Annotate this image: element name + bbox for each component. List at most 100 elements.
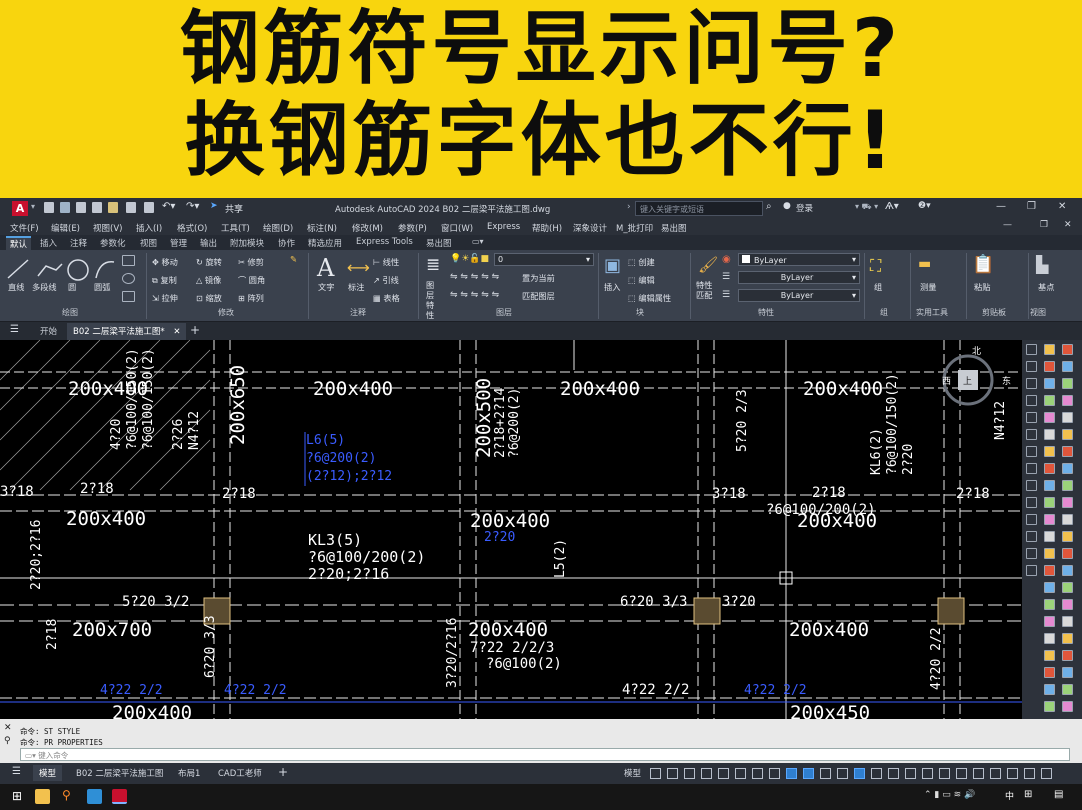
plot-icon[interactable] xyxy=(126,202,136,213)
status-toggle-icon[interactable] xyxy=(922,768,933,779)
status-toggle-icon[interactable] xyxy=(786,768,797,779)
autocad-taskbar-icon[interactable] xyxy=(112,789,127,804)
palette-tool-icon[interactable] xyxy=(1062,531,1073,542)
status-toggle-icon[interactable] xyxy=(1007,768,1018,779)
menu-insert[interactable]: 插入(I) xyxy=(136,222,162,234)
linear-dim-tool[interactable]: ⊢ 线性 xyxy=(373,256,399,268)
status-toggle-icon[interactable] xyxy=(803,768,814,779)
group-tool[interactable]: 组 xyxy=(874,281,882,293)
tab-express-tools[interactable]: Express Tools xyxy=(356,237,413,247)
menu-draw[interactable]: 绘图(D) xyxy=(263,222,293,234)
palette-tool-icon[interactable] xyxy=(1062,650,1073,661)
search-chevron-icon[interactable]: › xyxy=(627,202,631,212)
status-menu-icon[interactable]: ☰ xyxy=(12,766,21,777)
tab-parametric[interactable]: 参数化 xyxy=(100,237,126,249)
help-icon[interactable]: ❷▾ xyxy=(918,201,931,211)
match-properties-tool[interactable]: 特性匹配 xyxy=(696,280,714,300)
trim-tool[interactable]: ✂ 修剪 xyxy=(238,256,264,268)
autocad-logo-icon[interactable]: A xyxy=(12,201,28,216)
menu-help[interactable]: 帮助(H) xyxy=(532,222,562,234)
status-toggle-icon[interactable] xyxy=(684,768,695,779)
dimension-tool[interactable]: 标注 xyxy=(348,281,364,293)
palette-tool-icon[interactable] xyxy=(1062,667,1073,678)
palette-tool-icon[interactable] xyxy=(1062,684,1073,695)
palette-tool-icon[interactable] xyxy=(1044,548,1055,559)
cart-icon[interactable]: ▾ ⛟ ▾ xyxy=(855,202,878,212)
copy-tool[interactable]: ⧉ 复制 xyxy=(152,274,177,286)
menu-file[interactable]: 文件(F) xyxy=(10,222,39,234)
text-tool[interactable]: 文字 xyxy=(318,281,334,293)
table-tool[interactable]: ▦ 表格 xyxy=(373,292,400,304)
signin-button[interactable]: 登录 xyxy=(796,202,813,214)
palette-tool-icon[interactable] xyxy=(1062,633,1073,644)
tab-collaborate[interactable]: 协作 xyxy=(278,237,295,249)
tab-view[interactable]: 视图 xyxy=(140,237,157,249)
palette-tool-icon[interactable] xyxy=(1044,497,1055,508)
tab-manage[interactable]: 管理 xyxy=(170,237,187,249)
palette-tool-icon[interactable] xyxy=(1026,480,1037,491)
menu-plugin-1[interactable]: 深象设计 xyxy=(573,222,607,234)
palette-tool-icon[interactable] xyxy=(1044,378,1055,389)
move-tool[interactable]: ✥ 移动 xyxy=(152,256,178,268)
palette-tool-icon[interactable] xyxy=(1026,531,1037,542)
paste-tool[interactable]: 粘贴 xyxy=(974,281,990,293)
palette-tool-icon[interactable] xyxy=(1062,429,1073,440)
palette-tool-icon[interactable] xyxy=(1026,548,1037,559)
menu-express[interactable]: Express xyxy=(487,222,520,232)
ime-mode-icon[interactable]: ⊞ xyxy=(1024,789,1032,800)
palette-tool-icon[interactable] xyxy=(1062,701,1073,712)
status-toggle-icon[interactable] xyxy=(973,768,984,779)
status-toggle-icon[interactable] xyxy=(718,768,729,779)
menu-parametric[interactable]: 参数(P) xyxy=(398,222,427,234)
palette-tool-icon[interactable] xyxy=(1062,395,1073,406)
ribbon-toggle-icon[interactable]: ▭▾ xyxy=(472,237,484,246)
polyline-tool[interactable]: 多段线 xyxy=(32,281,57,293)
status-toggle-icon[interactable] xyxy=(871,768,882,779)
autodesk-app-icon[interactable]: Ѧ▾ xyxy=(885,201,899,212)
linetype-icon[interactable]: ☰ xyxy=(722,272,730,282)
edit-attributes-tool[interactable]: ⬚ 编辑属性 xyxy=(628,292,671,304)
tab-active-drawing[interactable]: B02 二层梁平法施工图* ✕ xyxy=(67,323,187,340)
scale-tool[interactable]: ⊡ 缩放 xyxy=(196,292,222,304)
layer-tools-row-icons[interactable]: ⇋ ⇋ ⇋ ⇋ ⇋ xyxy=(450,272,499,282)
draw-tools-icons[interactable] xyxy=(6,256,118,282)
palette-tool-icon[interactable] xyxy=(1062,361,1073,372)
menu-view[interactable]: 视图(V) xyxy=(93,222,122,234)
status-toggle-icon[interactable] xyxy=(769,768,780,779)
menu-plugin-3[interactable]: 易出图 xyxy=(661,222,687,234)
palette-tool-icon[interactable] xyxy=(1062,480,1073,491)
status-toggle-icon[interactable] xyxy=(905,768,916,779)
palette-tool-icon[interactable] xyxy=(1044,412,1055,423)
rectangle-icon[interactable] xyxy=(122,255,135,266)
tray-icons[interactable]: ⌃ ▮ ▭ ≋ 🔊 xyxy=(924,790,975,800)
fillet-tool[interactable]: ⌒ 圆角 xyxy=(238,274,265,286)
status-toggle-icon[interactable] xyxy=(990,768,1001,779)
palette-tool-icon[interactable] xyxy=(1044,344,1055,355)
menu-tools[interactable]: 工具(T) xyxy=(221,222,250,234)
layer-properties-tool[interactable]: 图层特性 xyxy=(426,280,442,320)
status-toggle-icon[interactable] xyxy=(701,768,712,779)
tab-insert[interactable]: 插入 xyxy=(40,237,57,249)
doc-restore-icon[interactable]: ❐ xyxy=(1040,220,1048,230)
insert-block-icon[interactable]: ▣ xyxy=(604,255,621,276)
text-tool-icon[interactable]: A xyxy=(317,254,334,282)
palette-tool-icon[interactable] xyxy=(1026,361,1037,372)
status-toggle-icon[interactable] xyxy=(667,768,678,779)
base-view-tool[interactable]: 基点 xyxy=(1038,281,1054,293)
ime-indicator[interactable]: 中 xyxy=(1005,789,1014,802)
tab-output[interactable]: 输出 xyxy=(200,237,217,249)
save-icon[interactable] xyxy=(76,202,86,213)
status-toggle-icon[interactable] xyxy=(888,768,899,779)
palette-tool-icon[interactable] xyxy=(1044,429,1055,440)
palette-tool-icon[interactable] xyxy=(1044,667,1055,678)
print-icon[interactable] xyxy=(144,202,154,213)
set-current-layer-tool[interactable]: 置为当前 xyxy=(522,272,555,284)
palette-tool-icon[interactable] xyxy=(1044,514,1055,525)
hatch-icon[interactable] xyxy=(122,273,135,284)
match-properties-icon[interactable]: 🖌 xyxy=(698,255,718,274)
status-toggle-icon[interactable] xyxy=(956,768,967,779)
palette-tool-icon[interactable] xyxy=(1062,599,1073,610)
model-space-button[interactable]: 模型 xyxy=(624,767,641,779)
new-file-icon[interactable] xyxy=(44,202,54,213)
share-button[interactable]: 共享 xyxy=(225,202,243,215)
